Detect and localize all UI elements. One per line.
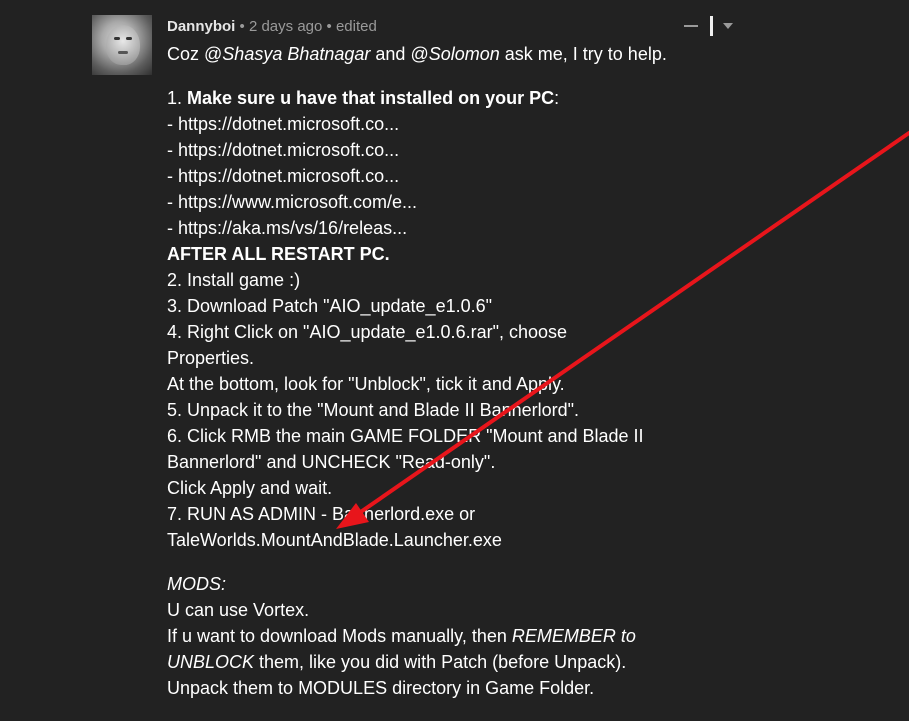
- step-line: 6. Click RMB the main GAME FOLDER "Mount…: [167, 426, 644, 446]
- comment-body: Coz @Shasya Bhatnagar and @Solomon ask m…: [167, 41, 727, 701]
- step-line: TaleWorlds.MountAndBlade.Launcher.exe: [167, 530, 502, 550]
- edited-label: edited: [335, 18, 377, 35]
- avatar[interactable]: [92, 15, 152, 75]
- step-line: Properties.: [167, 348, 255, 368]
- link-line: - https://dotnet.microsoft.co...: [167, 140, 400, 160]
- comment-controls: [684, 14, 733, 38]
- mods-line: U can use Vortex.: [167, 600, 310, 620]
- link-line: - https://dotnet.microsoft.co...: [167, 166, 400, 186]
- link[interactable]: https://dotnet.microsoft.co...: [178, 114, 399, 134]
- link[interactable]: https://aka.ms/vs/16/releas...: [178, 218, 407, 238]
- collapse-icon[interactable]: [684, 25, 698, 27]
- meta-separator: •: [326, 18, 332, 35]
- link[interactable]: https://dotnet.microsoft.co...: [178, 166, 399, 186]
- chevron-down-icon[interactable]: [723, 23, 733, 29]
- mods-heading: MODS:: [167, 574, 227, 594]
- link[interactable]: https://dotnet.microsoft.co...: [178, 140, 399, 160]
- step-line: 7. RUN AS ADMIN - Bannerlord.exe or: [167, 504, 476, 524]
- link[interactable]: https://www.microsoft.com/e...: [178, 192, 417, 212]
- step-line: 5. Unpack it to the "Mount and Blade II …: [167, 400, 580, 420]
- comment-meta: Dannyboi • 2 days ago • edited: [167, 17, 377, 37]
- step-line: At the bottom, look for "Unblock", tick …: [167, 374, 565, 394]
- cursor-bar-icon: [710, 16, 713, 36]
- meta-separator: •: [239, 18, 245, 35]
- link-line: - https://aka.ms/vs/16/releas...: [167, 218, 408, 238]
- mods-line: If u want to download Mods manually, the…: [167, 626, 636, 646]
- avatar-face: [106, 25, 140, 65]
- step-line: 4. Right Click on "AIO_update_e1.0.6.rar…: [167, 322, 568, 342]
- step-line: 1. Make sure u have that installed on yo…: [167, 88, 560, 108]
- avatar-eye: [126, 37, 132, 40]
- step-line: 3. Download Patch "AIO_update_e1.0.6": [167, 296, 493, 316]
- comment-timestamp[interactable]: 2 days ago: [249, 18, 322, 35]
- restart-line: AFTER ALL RESTART PC.: [167, 244, 390, 264]
- avatar-eye: [114, 37, 120, 40]
- step-line: Click Apply and wait.: [167, 478, 333, 498]
- mods-line: Unpack them to MODULES directory in Game…: [167, 678, 595, 698]
- author-name[interactable]: Dannyboi: [167, 18, 235, 35]
- link-line: - https://www.microsoft.com/e...: [167, 192, 418, 212]
- mods-line: UNBLOCK them, like you did with Patch (b…: [167, 652, 627, 672]
- avatar-mouth: [118, 51, 128, 54]
- mention-link[interactable]: @Shasya Bhatnagar: [204, 44, 370, 64]
- comment: Dannyboi • 2 days ago • edited Coz @Shas…: [0, 0, 909, 721]
- intro-line: Coz @Shasya Bhatnagar and @Solomon ask m…: [167, 44, 667, 64]
- step-line: 2. Install game :): [167, 270, 301, 290]
- step-line: Bannerlord" and UNCHECK "Read-only".: [167, 452, 496, 472]
- mention-link[interactable]: @Solomon: [410, 44, 499, 64]
- link-line: - https://dotnet.microsoft.co...: [167, 114, 400, 134]
